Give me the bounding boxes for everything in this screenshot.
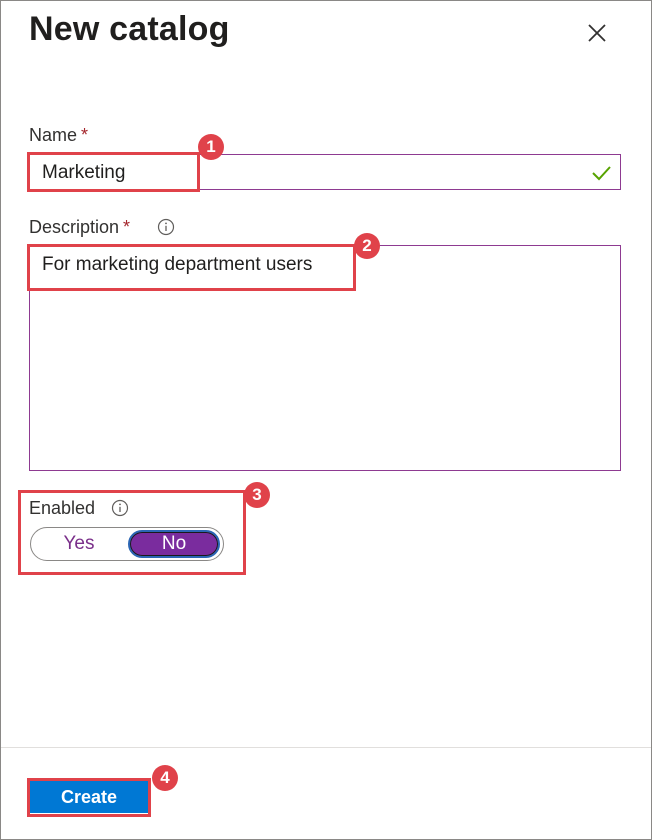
footer-divider <box>1 747 651 748</box>
panel-title: New catalog <box>29 10 230 48</box>
callout-box-3 <box>18 490 246 575</box>
close-icon <box>588 24 606 42</box>
callout-box-4 <box>27 778 151 817</box>
checkmark-icon <box>592 166 611 181</box>
name-label: Name * <box>29 125 89 145</box>
callout-badge-3: 3 <box>244 482 270 508</box>
callout-badge-4: 4 <box>152 765 178 791</box>
callout-box-2 <box>27 244 356 291</box>
close-button[interactable] <box>582 18 612 48</box>
required-marker: * <box>81 125 89 145</box>
callout-box-1 <box>27 152 200 192</box>
callout-badge-1: 1 <box>198 134 224 160</box>
info-icon[interactable] <box>157 218 175 236</box>
description-label: Description * <box>29 217 131 237</box>
required-marker: * <box>123 217 131 237</box>
callout-badge-2: 2 <box>354 233 380 259</box>
